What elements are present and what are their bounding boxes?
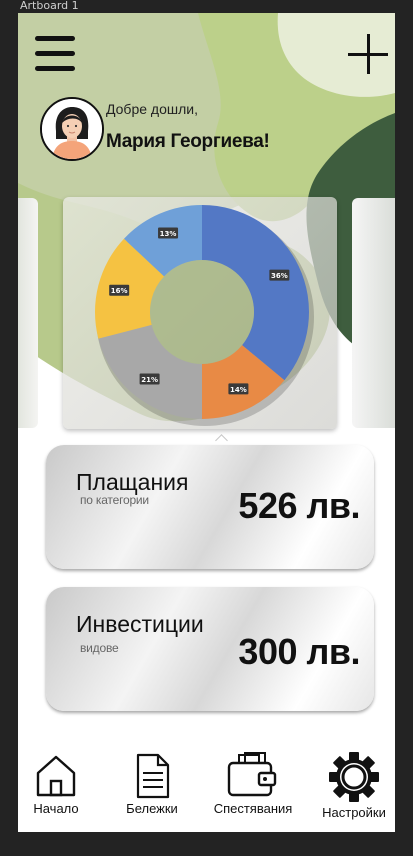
wallet-icon <box>227 752 277 797</box>
carousel-prev-card[interactable] <box>18 198 38 428</box>
investments-title: Инвестиции <box>76 611 204 637</box>
nav-settings-label: Настройки <box>322 805 386 820</box>
bottom-navigation: Начало Бележки Спестявания Настройки <box>18 743 395 832</box>
slice-label: 21% <box>139 373 160 385</box>
slice-label-text: 16% <box>111 287 128 295</box>
artboard-label: Artboard 1 <box>20 0 79 12</box>
gear-icon <box>329 752 379 802</box>
home-icon <box>36 755 76 797</box>
hamburger-line <box>35 36 75 41</box>
chart-card[interactable]: 36% 14% 21% 16% 13% <box>63 197 337 429</box>
payments-amount: 526 лв. <box>238 485 360 526</box>
slice-label-text: 13% <box>160 230 177 238</box>
carousel-next-card[interactable] <box>352 198 395 428</box>
payments-title: Плащания <box>76 469 189 495</box>
slice-label: 13% <box>158 227 179 239</box>
add-button[interactable] <box>348 34 388 74</box>
donut-chart: 36% 14% 21% 16% 13% <box>95 205 314 426</box>
avatar[interactable] <box>40 97 104 161</box>
nav-settings[interactable]: Настройки <box>316 751 392 820</box>
nav-notes-label: Бележки <box>126 801 178 816</box>
donut-hole <box>150 260 254 364</box>
payments-subtitle: по категории <box>80 493 149 507</box>
nav-notes[interactable]: Бележки <box>120 751 184 816</box>
hamburger-line <box>35 51 75 56</box>
greeting-text: Добре дошли, <box>106 101 198 117</box>
slice-label-text: 21% <box>141 376 158 384</box>
slice-label-text: 14% <box>230 386 247 394</box>
investments-card[interactable]: Инвестиции видове 300 лв. <box>46 587 374 711</box>
app-screen: Добре дошли, Мария Георгиева! 36% 14% 21% 1… <box>18 13 395 832</box>
nav-savings[interactable]: Спестявания <box>207 751 299 816</box>
document-icon <box>136 753 170 799</box>
nav-savings-label: Спестявания <box>213 801 293 816</box>
user-name: Мария Георгиева! <box>106 131 270 152</box>
nav-home-label: Начало <box>33 801 79 816</box>
nav-home[interactable]: Начало <box>28 751 84 816</box>
slice-label: 14% <box>228 383 249 395</box>
investments-amount: 300 лв. <box>238 631 360 672</box>
slice-label: 36% <box>269 269 290 281</box>
investments-subtitle: видове <box>80 641 119 655</box>
user-avatar-icon <box>42 99 102 159</box>
payments-card[interactable]: Плащания по категории 526 лв. <box>46 445 374 569</box>
slice-label-text: 36% <box>271 272 288 280</box>
menu-button[interactable] <box>35 34 75 74</box>
slice-label: 16% <box>109 284 130 296</box>
hamburger-line <box>35 66 75 71</box>
